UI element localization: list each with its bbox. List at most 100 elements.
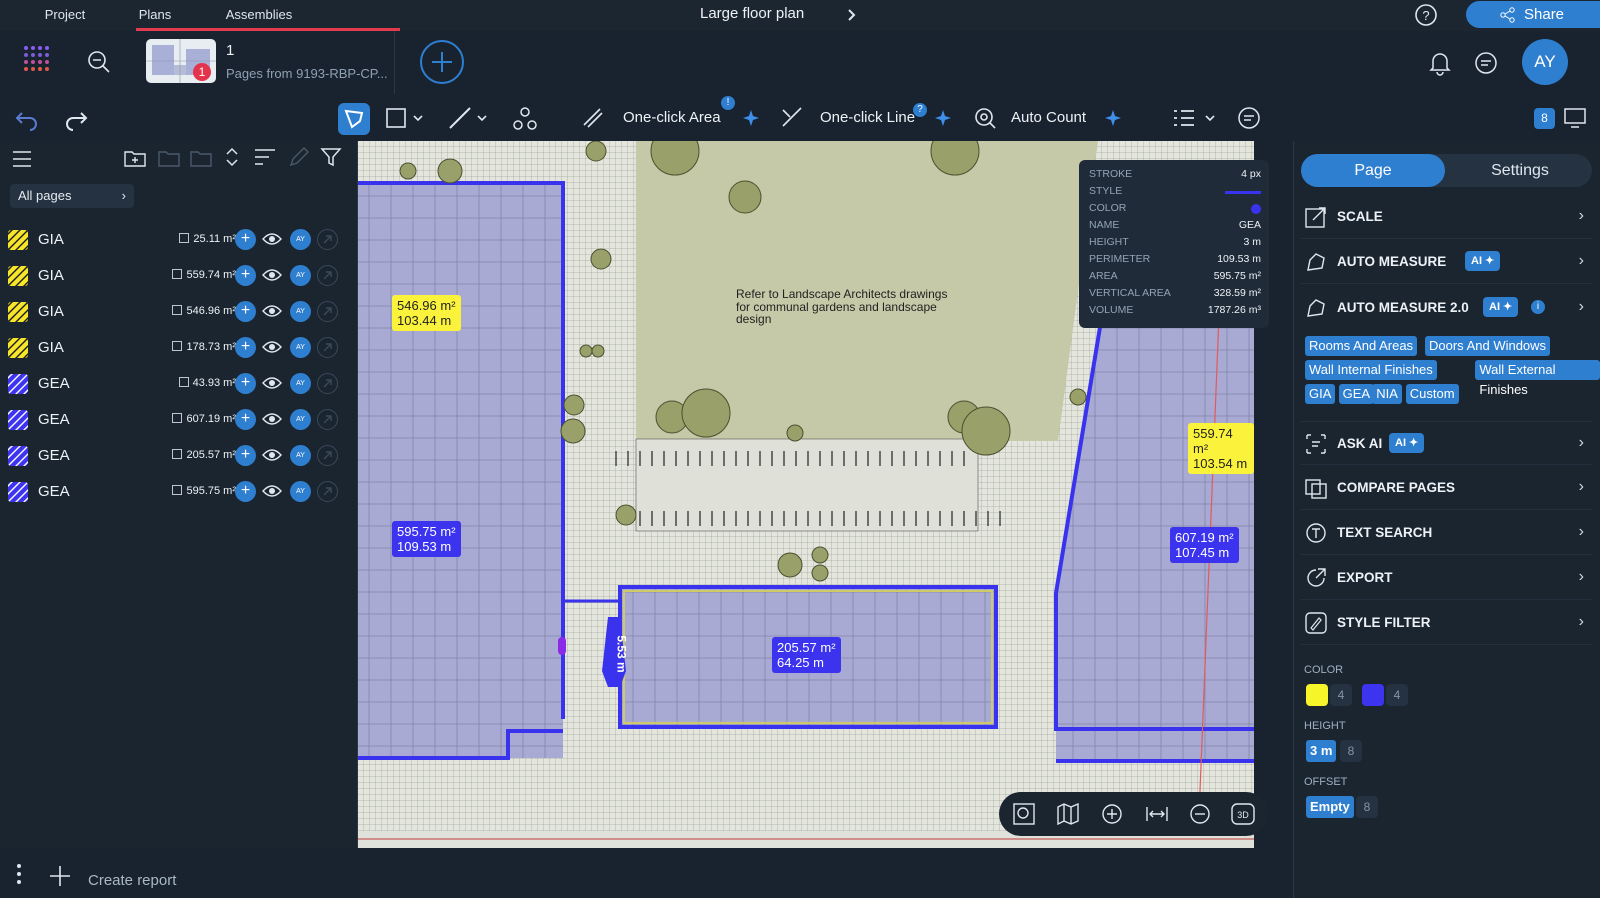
open-link-icon[interactable] <box>317 445 338 466</box>
export-row[interactable]: EXPORT › <box>1301 556 1592 600</box>
share-button[interactable]: Share <box>1466 1 1600 28</box>
open-link-icon[interactable] <box>317 301 338 322</box>
open-link-icon[interactable] <box>317 337 338 358</box>
page-filter-dropdown[interactable]: All pages › <box>10 184 134 208</box>
measurement-row[interactable]: GIA 546.96 m² + AY <box>0 294 358 330</box>
color-swatch-yellow[interactable] <box>1306 684 1328 706</box>
measurement-row[interactable]: GEA 205.57 m² + AY <box>0 438 358 474</box>
edit-icon[interactable] <box>288 146 310 168</box>
assignee-avatar[interactable]: AY <box>290 445 311 466</box>
chevron-right-icon[interactable] <box>842 4 862 26</box>
zoom-in-icon[interactable] <box>1101 803 1123 825</box>
auto-measure-chip[interactable]: Custom <box>1405 384 1459 404</box>
assignee-avatar[interactable]: AY <box>290 409 311 430</box>
measure-label[interactable]: 607.19 m² 107.45 m <box>1170 527 1239 563</box>
style-filter-row[interactable]: STYLE FILTER › <box>1301 601 1592 645</box>
sort-icon[interactable] <box>254 147 276 167</box>
plus-icon[interactable] <box>48 864 72 888</box>
height-value-chip[interactable]: 3 m <box>1306 740 1337 762</box>
app-menu-icon[interactable] <box>22 44 56 78</box>
tab-plans[interactable]: Plans <box>124 0 186 31</box>
assignee-avatar[interactable]: AY <box>290 301 311 322</box>
info-icon[interactable]: i <box>1531 300 1545 314</box>
new-folder-icon[interactable] <box>124 148 146 168</box>
assignee-avatar[interactable]: AY <box>290 337 311 358</box>
add-measurement-button[interactable]: + <box>235 445 256 466</box>
one-click-area-icon[interactable] <box>580 105 606 131</box>
offset-value-chip[interactable]: Empty <box>1306 796 1354 818</box>
measurement-row[interactable]: GEA 43.93 m² + AY <box>0 366 358 402</box>
expand-collapse-icon[interactable] <box>224 145 240 169</box>
zoom-fit-icon[interactable] <box>1013 803 1035 825</box>
assignee-avatar[interactable]: AY <box>290 481 311 502</box>
eye-icon[interactable] <box>262 339 282 355</box>
create-report-button[interactable]: Create report <box>88 872 176 889</box>
fit-width-icon[interactable] <box>1145 803 1169 825</box>
open-link-icon[interactable] <box>317 229 338 250</box>
rectangle-tool-icon[interactable] <box>384 106 428 130</box>
add-measurement-button[interactable]: + <box>235 409 256 430</box>
eye-icon[interactable] <box>262 267 282 283</box>
add-measurement-button[interactable]: + <box>235 301 256 322</box>
auto-measure-chip[interactable]: Wall External Finishes <box>1475 360 1600 397</box>
color-swatch-blue[interactable] <box>1362 684 1384 706</box>
tab-project[interactable]: Project <box>28 0 102 31</box>
add-page-button[interactable] <box>419 39 465 85</box>
assignee-avatar[interactable]: AY <box>290 229 311 250</box>
measure-label[interactable]: 205.57 m² 64.25 m <box>772 637 841 673</box>
auto-measure-chip[interactable]: Rooms And Areas <box>1305 336 1418 356</box>
add-measurement-button[interactable]: + <box>235 337 256 358</box>
eye-icon[interactable] <box>262 303 282 319</box>
filter-icon[interactable] <box>320 146 342 168</box>
line-tool-icon[interactable] <box>448 106 492 130</box>
open-link-icon[interactable] <box>317 373 338 394</box>
eye-icon[interactable] <box>262 231 282 247</box>
measurement-row[interactable]: GEA 595.75 m² + AY <box>0 474 358 510</box>
add-measurement-button[interactable]: + <box>235 229 256 250</box>
auto-measure-chip[interactable]: GIA <box>1305 384 1336 404</box>
map-icon[interactable] <box>1057 803 1079 825</box>
auto-count-icon[interactable] <box>973 106 997 130</box>
ask-ai-row[interactable]: ASK AI AI ✦ › <box>1301 421 1592 465</box>
undo-icon[interactable] <box>14 107 40 131</box>
more-options-icon[interactable] <box>14 862 24 886</box>
measure-label[interactable]: 546.96 m² 103.44 m <box>392 295 461 331</box>
monitor-icon[interactable] <box>1563 107 1587 129</box>
add-measurement-button[interactable]: + <box>235 481 256 502</box>
assignee-avatar[interactable]: AY <box>290 265 311 286</box>
count-tool-icon[interactable] <box>512 106 538 132</box>
user-avatar[interactable]: AY <box>1522 39 1568 85</box>
measurement-row[interactable]: GIA 559.74 m² + AY <box>0 258 358 294</box>
eye-icon[interactable] <box>262 447 282 463</box>
hamburger-menu-icon[interactable] <box>12 150 32 168</box>
one-click-line-icon[interactable] <box>780 105 806 131</box>
one-click-area-label[interactable]: One-click Area <box>623 109 721 126</box>
zoom-out-icon[interactable] <box>1189 803 1211 825</box>
auto-measure-chip[interactable]: Doors And Windows <box>1425 336 1551 356</box>
one-click-line-label[interactable]: One-click Line <box>820 109 915 126</box>
scale-row[interactable]: SCALE › <box>1301 195 1592 239</box>
3d-view-icon[interactable]: 3D <box>1231 803 1255 825</box>
compare-pages-row[interactable]: COMPARE PAGES › <box>1301 466 1592 510</box>
move-folder-icon[interactable] <box>190 148 212 168</box>
add-measurement-button[interactable]: + <box>235 373 256 394</box>
measurement-row[interactable]: GEA 607.19 m² + AY <box>0 402 358 438</box>
chat-icon[interactable] <box>1473 50 1499 76</box>
auto-measure-2-row[interactable]: AUTO MEASURE 2.0 AI ✦ i › <box>1301 286 1592 330</box>
eye-icon[interactable] <box>262 483 282 499</box>
polygon-area-tool[interactable] <box>338 103 370 135</box>
zoom-search-icon[interactable] <box>87 50 111 74</box>
auto-measure-chip[interactable]: Wall Internal Finishes <box>1305 360 1437 380</box>
auto-count-label[interactable]: Auto Count <box>1011 109 1086 126</box>
notification-bell-icon[interactable] <box>1427 50 1453 76</box>
redo-icon[interactable] <box>63 107 89 131</box>
open-link-icon[interactable] <box>317 409 338 430</box>
list-view-icon[interactable] <box>1172 107 1222 129</box>
comment-icon[interactable] <box>1237 106 1261 130</box>
eye-icon[interactable] <box>262 375 282 391</box>
auto-measure-chip[interactable]: NIA <box>1372 384 1402 404</box>
copy-folder-icon[interactable] <box>158 148 180 168</box>
auto-measure-chip[interactable]: GEA <box>1338 384 1375 404</box>
open-link-icon[interactable] <box>317 481 338 502</box>
measurement-row[interactable]: GIA 25.11 m² + AY <box>0 222 358 258</box>
